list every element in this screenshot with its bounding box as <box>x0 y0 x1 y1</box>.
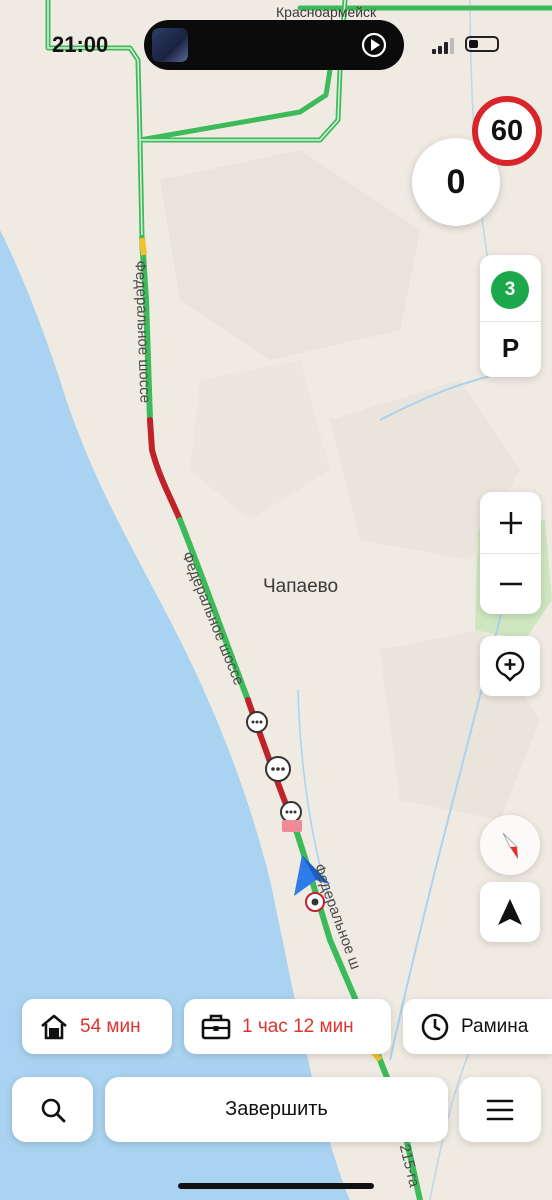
finish-route-label: Завершить <box>225 1098 328 1120</box>
compass-button[interactable] <box>480 815 540 875</box>
search-button[interactable] <box>12 1077 93 1142</box>
speed-limit-sign: 60 <box>472 96 542 166</box>
recenter-button[interactable] <box>480 882 540 942</box>
village-label: Чапаево <box>263 576 339 597</box>
status-time: 21:00 <box>52 32 109 57</box>
route-chip-label: Рамина <box>461 1015 529 1037</box>
play-icon[interactable] <box>360 31 388 59</box>
route-chip-home[interactable]: 54 мин <box>22 999 172 1054</box>
route-chip-label: 1 час 12 мин <box>242 1015 354 1037</box>
compass-icon <box>502 832 519 859</box>
navigation-icon <box>498 899 522 925</box>
media-artwork-icon <box>152 28 188 62</box>
signal-icon <box>432 38 454 54</box>
finish-route-button[interactable]: Завершить <box>105 1077 448 1142</box>
zoom-in-button[interactable] <box>480 492 541 553</box>
status-bar: 21:00 <box>0 0 552 90</box>
menu-button[interactable] <box>459 1077 541 1142</box>
battery-icon <box>465 36 499 52</box>
home-icon <box>41 1014 67 1039</box>
menu-icon <box>486 1099 514 1120</box>
add-road-event-button[interactable] <box>480 636 540 696</box>
route-chip-work[interactable]: 1 час 12 мин <box>184 999 391 1054</box>
briefcase-icon <box>201 1014 231 1039</box>
parking-icon[interactable]: P <box>480 333 541 364</box>
parking-button[interactable]: 3 P <box>480 255 541 377</box>
home-indicator[interactable] <box>178 1183 374 1189</box>
search-icon <box>41 1098 65 1122</box>
parking-count-badge: 3 <box>491 271 529 309</box>
minus-icon <box>499 582 522 585</box>
zoom-controls <box>480 492 541 614</box>
route-chip-recent[interactable]: Рамина <box>403 999 552 1054</box>
plus-icon <box>499 511 522 534</box>
dynamic-island[interactable] <box>144 20 404 70</box>
clock-icon <box>421 1013 449 1040</box>
add-comment-icon <box>495 651 525 682</box>
zoom-out-button[interactable] <box>480 553 541 614</box>
route-chip-label: 54 мин <box>80 1015 141 1037</box>
